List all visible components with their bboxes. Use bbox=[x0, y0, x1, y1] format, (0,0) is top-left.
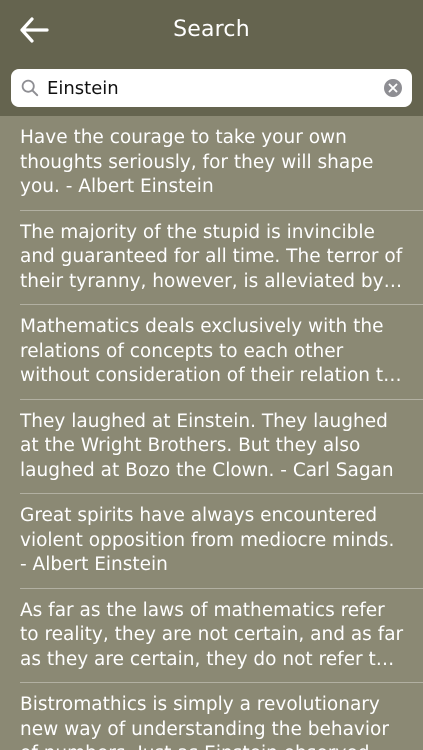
result-item[interactable]: As far as the laws of mathematics refer … bbox=[20, 589, 423, 683]
search-field[interactable] bbox=[11, 69, 412, 107]
page-title: Search bbox=[173, 17, 250, 42]
quote-text: They laughed at Einstein. They laughed a… bbox=[20, 410, 394, 481]
result-item[interactable]: The majority of the stupid is invincible… bbox=[20, 211, 423, 305]
arrow-left-icon bbox=[20, 17, 49, 43]
clear-search-button[interactable] bbox=[383, 78, 403, 98]
result-item[interactable]: Bistromathics is simply a revolutionary … bbox=[20, 683, 423, 750]
search-results-list[interactable]: Have the courage to take your own though… bbox=[0, 116, 423, 750]
quote-text: The majority of the stupid is invincible… bbox=[20, 221, 403, 292]
search-input[interactable] bbox=[47, 69, 376, 107]
result-item[interactable]: Mathematics deals exclusively with the r… bbox=[20, 305, 423, 400]
result-item[interactable]: Great spirits have always encountered vi… bbox=[20, 494, 423, 589]
quote-text: Mathematics deals exclusively with the r… bbox=[20, 316, 395, 386]
back-button[interactable] bbox=[14, 10, 54, 50]
quote-text: Bistromathics is simply a revolutionary … bbox=[20, 694, 389, 750]
result-item[interactable]: Have the courage to take your own though… bbox=[20, 116, 423, 211]
search-bar bbox=[0, 60, 423, 116]
quote-text: Have the courage to take your own though… bbox=[20, 127, 374, 197]
app-window: Search Have the courage to take your own… bbox=[0, 0, 423, 750]
result-item[interactable]: They laughed at Einstein. They laughed a… bbox=[20, 400, 423, 494]
quote-text: As far as the laws of mathematics refer … bbox=[20, 599, 404, 670]
quote-text: Great spirits have always encountered vi… bbox=[20, 505, 395, 575]
search-icon bbox=[21, 79, 39, 97]
navigation-bar: Search bbox=[0, 0, 423, 60]
